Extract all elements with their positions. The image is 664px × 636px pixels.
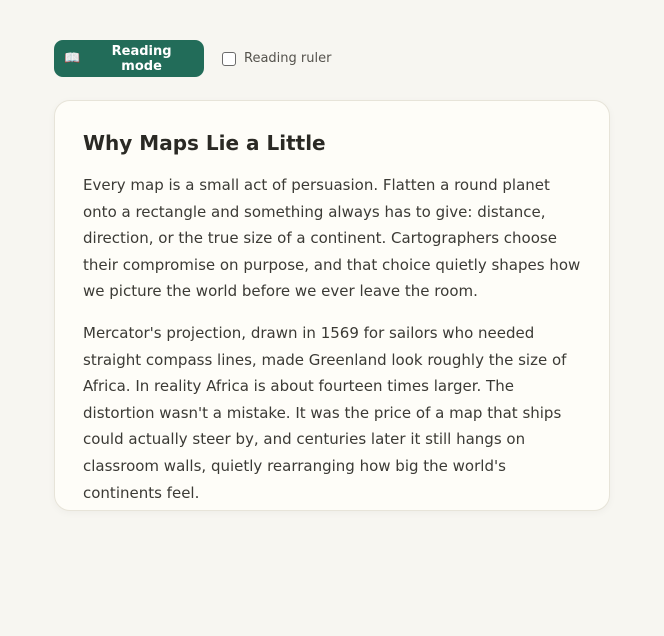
open-book-icon: 📖 [64, 51, 81, 66]
article-title: Why Maps Lie a Little [83, 131, 326, 155]
reading-ruler-toggle[interactable]: Reading ruler [222, 51, 331, 66]
reading-ruler-label: Reading ruler [244, 51, 332, 66]
toolbar: 📖 Reading mode Reading ruler [54, 40, 331, 77]
reading-mode-button[interactable]: 📖 Reading mode [54, 40, 204, 77]
reading-mode-label: Reading mode [111, 43, 172, 74]
article-paragraph: Mercator's projection, drawn in 1569 for… [83, 323, 567, 502]
reading-ruler-checkbox[interactable] [222, 51, 236, 66]
article-card: Why Maps Lie a Little Every map is a sma… [54, 100, 610, 511]
article-paragraph: Every map is a small act of persuasion. … [83, 176, 581, 301]
